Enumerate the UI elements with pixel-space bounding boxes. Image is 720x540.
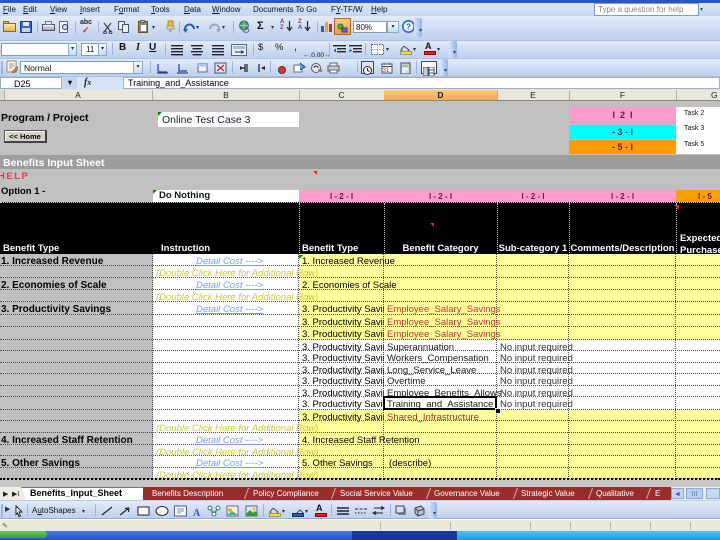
svg-text:31: 31 bbox=[383, 68, 390, 74]
svg-text:?: ? bbox=[406, 23, 411, 32]
